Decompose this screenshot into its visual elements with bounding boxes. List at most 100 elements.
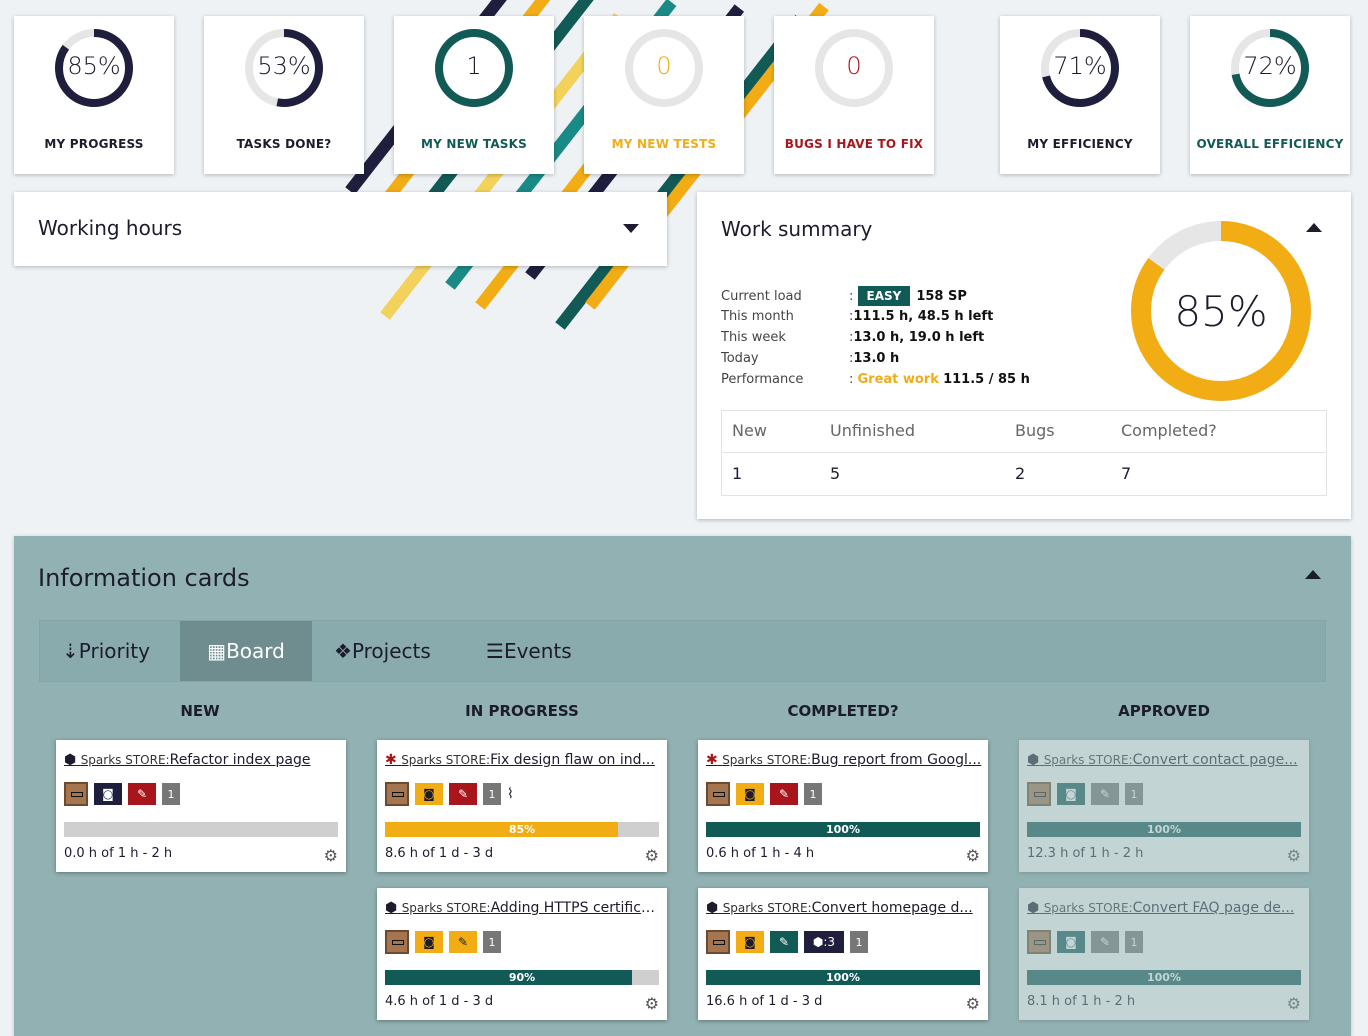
- project-name: Sparks STORE:: [1043, 901, 1133, 915]
- row-label: Current load: [721, 289, 802, 304]
- stat-label: TASKS DONE?: [236, 137, 332, 151]
- gear-icon[interactable]: ⚙: [645, 846, 659, 865]
- project-name: Sparks STORE:: [722, 753, 812, 767]
- stat-value: 72%: [1243, 52, 1297, 80]
- tab-label: Priority: [78, 639, 150, 663]
- task-title-link[interactable]: ⬢ Sparks STORE:Convert FAQ page de...: [1027, 900, 1303, 916]
- tab-label: Projects: [351, 639, 431, 663]
- this-week-row: This week:13.0 h, 19.0 h left: [721, 330, 985, 345]
- task-type-icon: ◙: [94, 783, 122, 805]
- avatar[interactable]: [706, 782, 730, 806]
- progress-percent: 100%: [826, 971, 860, 984]
- pen-icon: ✎: [1091, 783, 1119, 805]
- hours-text: 16.6 h of 1 d - 3 d: [706, 994, 823, 1009]
- today-row: Today:13.0 h: [721, 351, 900, 366]
- project-name: Sparks STORE:: [401, 753, 491, 767]
- task-card[interactable]: ✱ Sparks STORE:Bug report from Googl... …: [698, 740, 988, 872]
- card-badges: ◙ ✎ 1: [64, 782, 180, 806]
- progress-bar: 90%: [385, 970, 659, 985]
- tab-board[interactable]: ▦Board: [180, 621, 312, 681]
- task-card[interactable]: ⬢ Sparks STORE:Convert homepage d... ◙ ✎…: [698, 888, 988, 1020]
- hours-text: 4.6 h of 1 d - 3 d: [385, 994, 494, 1009]
- table-header: Unfinished: [830, 421, 915, 440]
- card-badges: ◙ ✎ 1: [385, 930, 501, 954]
- stat-tile-my-new-tests[interactable]: 0 MY NEW TESTS: [584, 16, 744, 174]
- count-badge: 1: [1125, 931, 1143, 953]
- avatar[interactable]: [1027, 782, 1051, 806]
- stat-value: 1: [466, 52, 482, 80]
- task-title-link[interactable]: ✱ Sparks STORE:Fix design flaw on ind...: [385, 752, 661, 768]
- card-badges: ◙ ✎ 1: [706, 782, 822, 806]
- stat-label: MY NEW TESTS: [611, 137, 717, 151]
- avatar[interactable]: [385, 782, 409, 806]
- stat-tile-overall-efficiency[interactable]: 72% OVERALL EFFICIENCY: [1190, 16, 1350, 174]
- avatar[interactable]: [385, 930, 409, 954]
- task-card[interactable]: ⬢ Sparks STORE:Convert contact page... ◙…: [1019, 740, 1309, 872]
- task-title: Refactor index page: [169, 752, 311, 768]
- task-title: Convert FAQ page de...: [1132, 900, 1295, 916]
- this-month-row: This month:111.5 h, 48.5 h left: [721, 309, 994, 324]
- gear-icon[interactable]: ⚙: [966, 994, 980, 1013]
- gear-icon[interactable]: ⚙: [645, 994, 659, 1013]
- table-cell: 2: [1015, 464, 1026, 483]
- gear-icon[interactable]: ⚙: [966, 846, 980, 865]
- hours-text: 0.6 h of 1 h - 4 h: [706, 846, 815, 861]
- project-name: Sparks STORE:: [722, 901, 812, 915]
- board-icon: ▦: [207, 639, 227, 663]
- cube-icon: ⬢: [64, 752, 77, 768]
- stat-tile-tasks-done[interactable]: 53% TASKS DONE?: [204, 16, 364, 174]
- task-title-link[interactable]: ⬢ Sparks STORE:Adding HTTPS certifica...: [385, 900, 661, 916]
- stat-tile-my-efficiency[interactable]: 71% MY EFFICIENCY: [1000, 16, 1160, 174]
- avatar[interactable]: [1027, 930, 1051, 954]
- table-cell: 1: [732, 464, 743, 483]
- stat-tile-my-progress[interactable]: 85% MY PROGRESS: [14, 16, 174, 174]
- task-card[interactable]: ⬢ Sparks STORE:Convert FAQ page de... ◙ …: [1019, 888, 1309, 1020]
- performance-note: Great work: [857, 372, 939, 387]
- task-card[interactable]: ⬢ Sparks STORE:Adding HTTPS certifica...…: [377, 888, 667, 1020]
- stat-value: 85%: [67, 52, 121, 80]
- hours-text: 8.1 h of 1 h - 2 h: [1027, 994, 1136, 1009]
- column-header-in-progress: IN PROGRESS: [465, 702, 579, 720]
- task-type-icon: ◙: [1057, 931, 1085, 953]
- task-title-link[interactable]: ⬢ Sparks STORE:Convert contact page...: [1027, 752, 1303, 768]
- task-type-icon: ◙: [1057, 783, 1085, 805]
- tab-priority[interactable]: ⇣Priority: [62, 621, 150, 681]
- stat-tile-bugs-to-fix[interactable]: 0 BUGS I HAVE TO FIX: [774, 16, 934, 174]
- gear-icon[interactable]: ⚙: [324, 846, 338, 865]
- progress-bar: 100%: [706, 970, 980, 985]
- task-title-link[interactable]: ⬢ Sparks STORE:Refactor index page: [64, 752, 340, 768]
- performance-row: Performance: Great work 111.5 / 85 h: [721, 372, 1030, 387]
- stat-tile-my-new-tasks[interactable]: 1 MY NEW TASKS: [394, 16, 554, 174]
- hours-text: 0.0 h of 1 h - 2 h: [64, 846, 173, 861]
- collapse-icon[interactable]: [1305, 570, 1321, 579]
- expand-icon[interactable]: [623, 224, 639, 233]
- stat-label: MY PROGRESS: [44, 137, 144, 151]
- task-title-link[interactable]: ✱ Sparks STORE:Bug report from Googl...: [706, 752, 982, 768]
- gear-icon[interactable]: ⚙: [1287, 846, 1301, 865]
- avatar[interactable]: [706, 930, 730, 954]
- tab-projects[interactable]: ❖Projects: [334, 621, 431, 681]
- task-card[interactable]: ⬢ Sparks STORE:Refactor index page ◙ ✎ 1…: [56, 740, 346, 872]
- bug-icon: ✱: [385, 752, 397, 768]
- gear-icon[interactable]: ⚙: [1287, 994, 1301, 1013]
- progress-bar: [64, 822, 338, 837]
- tab-events[interactable]: ☰Events: [486, 621, 572, 681]
- pen-icon: ✎: [1091, 931, 1119, 953]
- pen-icon: ✎: [770, 931, 798, 953]
- task-type-icon: ◙: [415, 783, 443, 805]
- stat-label: OVERALL EFFICIENCY: [1196, 137, 1344, 151]
- stat-label: MY EFFICIENCY: [1027, 137, 1133, 151]
- pen-icon: ✎: [128, 783, 156, 805]
- progress-percent: 85%: [508, 823, 536, 836]
- row-label: Performance: [721, 372, 804, 387]
- avatar[interactable]: [64, 782, 88, 806]
- work-summary-panel: Work summary Current load: EASY 158 SP Th…: [697, 192, 1351, 519]
- task-title-link[interactable]: ⬢ Sparks STORE:Convert homepage d...: [706, 900, 982, 916]
- task-type-icon: ◙: [415, 931, 443, 953]
- priority-icon: ⇣: [62, 639, 79, 663]
- task-card[interactable]: ✱ Sparks STORE:Fix design flaw on ind...…: [377, 740, 667, 872]
- row-value: 111.5 h, 48.5 h left: [853, 309, 994, 324]
- table-cell: 5: [830, 464, 841, 483]
- tab-bar: ⇣Priority ▦Board ❖Projects ☰Events: [39, 620, 1326, 682]
- working-hours-panel: Working hours: [14, 192, 667, 266]
